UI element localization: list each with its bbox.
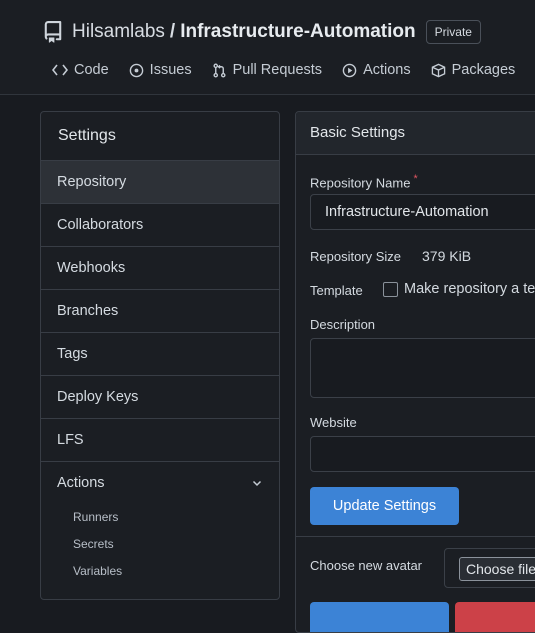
sidebar-title: Settings	[41, 112, 279, 161]
choose-file-button[interactable]: Choose file	[459, 557, 535, 581]
avatar-file-input[interactable]: Choose file	[444, 548, 535, 588]
settings-sidebar: Settings Repository Collaborators Webhoo…	[40, 111, 280, 600]
sidebar-item-collaborators[interactable]: Collaborators	[41, 204, 279, 247]
template-label: Template	[310, 283, 363, 298]
description-label: Description	[310, 317, 376, 332]
tab-pull-requests[interactable]: Pull Requests	[212, 62, 322, 78]
repo-name-input[interactable]: Infrastructure-Automation	[310, 194, 535, 230]
path-separator: /	[169, 21, 176, 42]
tab-actions[interactable]: Actions	[342, 62, 411, 78]
tab-label: Code	[74, 62, 109, 78]
tab-label: Issues	[149, 62, 192, 78]
play-icon	[342, 63, 357, 77]
repo-tabs: Code Issues Pull Requests Actions Packag…	[52, 62, 535, 78]
sidebar-group-label: Actions	[57, 475, 105, 491]
repo-name-link[interactable]: Infrastructure-Automation	[180, 21, 415, 43]
sidebar-group-actions[interactable]: Actions	[41, 462, 279, 504]
visibility-badge: Private	[425, 20, 481, 44]
tab-label: Packages	[451, 62, 516, 78]
template-checkbox[interactable]	[383, 282, 398, 297]
divider	[296, 536, 535, 537]
template-checkbox-label[interactable]: Make repository a te	[404, 281, 535, 297]
sidebar-item-secrets[interactable]: Secrets	[41, 531, 279, 558]
description-textarea[interactable]	[310, 338, 535, 398]
package-icon	[431, 63, 445, 77]
sidebar-item-runners[interactable]: Runners	[41, 504, 279, 531]
avatar-label: Choose new avatar	[310, 558, 423, 573]
repo-title: Hilsamlabs / Infrastructure-Automation P…	[42, 18, 481, 46]
chevron-down-icon	[252, 480, 262, 487]
tab-code[interactable]: Code	[52, 62, 109, 78]
sidebar-item-deploy-keys[interactable]: Deploy Keys	[41, 376, 279, 419]
update-settings-button[interactable]: Update Settings	[310, 487, 459, 525]
repo-name-label-text: Repository Name	[310, 175, 411, 191]
tab-label: Actions	[363, 62, 411, 78]
sidebar-item-webhooks[interactable]: Webhooks	[41, 247, 279, 290]
tab-issues[interactable]: Issues	[129, 62, 192, 78]
issue-icon	[129, 63, 143, 77]
website-input[interactable]	[310, 436, 535, 472]
repo-owner-link[interactable]: Hilsamlabs	[72, 21, 165, 43]
repo-size-label: Repository Size	[310, 249, 402, 264]
sidebar-item-lfs[interactable]: LFS	[41, 419, 279, 462]
panel-title: Basic Settings	[296, 112, 535, 155]
required-mark: *	[413, 173, 418, 185]
repo-name-label: Repository Name *	[310, 173, 418, 190]
delete-avatar-button[interactable]	[455, 602, 535, 632]
tab-label: Pull Requests	[232, 62, 323, 78]
sidebar-item-branches[interactable]: Branches	[41, 290, 279, 333]
sidebar-item-repository[interactable]: Repository	[41, 161, 279, 204]
update-avatar-button[interactable]	[310, 602, 449, 632]
sidebar-item-tags[interactable]: Tags	[41, 333, 279, 376]
repo-header: Hilsamlabs / Infrastructure-Automation P…	[0, 0, 535, 95]
sidebar-item-variables[interactable]: Variables	[41, 558, 279, 585]
tab-packages[interactable]: Packages	[431, 62, 516, 78]
website-label: Website	[310, 415, 357, 430]
basic-settings-panel: Basic Settings Repository Name * Infrastr…	[295, 111, 535, 633]
pull-request-icon	[213, 63, 226, 77]
code-icon	[52, 64, 68, 76]
repo-size-value: 379 KiB	[422, 248, 472, 264]
repo-icon	[44, 21, 62, 43]
